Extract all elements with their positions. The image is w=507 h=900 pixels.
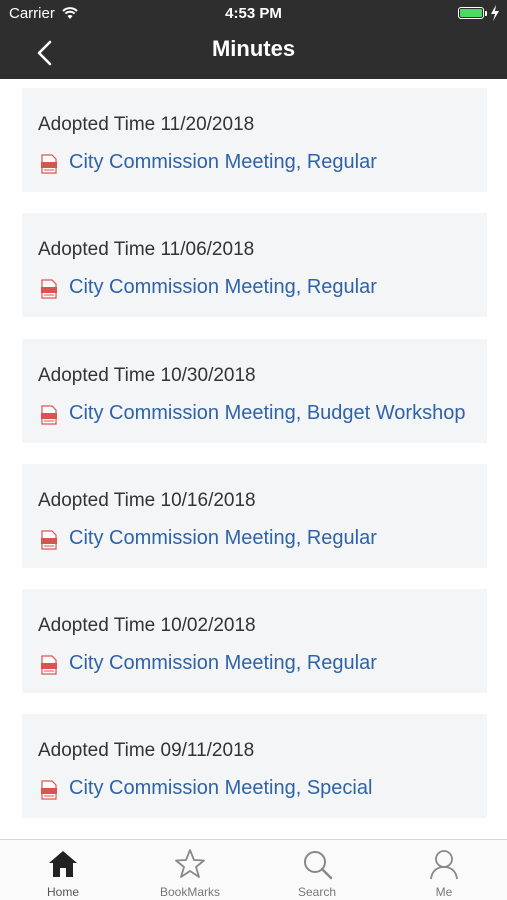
tab-me[interactable]: Me [381,840,507,900]
tab-label: BookMarks [159,885,221,899]
pdf-icon [41,780,57,800]
pdf-icon [41,154,57,174]
header: Carrier 4:53 PM Minutes [0,0,507,79]
adopted-time: Adopted Time 09/11/2018 [38,740,255,761]
minutes-list: Adopted Time 11/20/2018 City Commission … [0,79,507,839]
minutes-title[interactable]: City Commission Meeting, Budget Workshop [69,402,465,425]
tab-label: Home [46,885,79,899]
minutes-title[interactable]: City Commission Meeting, Regular [69,527,377,550]
tab-bookmarks[interactable]: BookMarks [127,840,253,900]
minutes-title[interactable]: City Commission Meeting, Regular [69,276,377,299]
tab-label: Me [435,885,453,899]
page-title: Minutes [211,36,296,61]
pdf-icon [41,405,57,425]
adopted-time: Adopted Time 11/06/2018 [38,239,255,260]
adopted-time: Adopted Time 11/20/2018 [38,114,255,135]
minutes-card[interactable]: Adopted Time 10/30/2018 City Commission … [22,339,487,443]
minutes-title[interactable]: City Commission Meeting, Special [69,777,372,800]
tab-label: Search [297,885,337,899]
adopted-time: Adopted Time 10/30/2018 [38,365,256,386]
minutes-card[interactable]: Adopted Time 10/16/2018 City Commission … [22,464,487,568]
adopted-time: Adopted Time 10/16/2018 [38,490,256,511]
status-time: 4:53 PM [225,5,282,22]
pdf-icon [41,655,57,675]
minutes-card[interactable]: Adopted Time 11/06/2018 City Commission … [22,213,487,317]
adopted-time: Adopted Time 10/02/2018 [38,615,256,636]
tab-home[interactable]: Home [0,840,126,900]
minutes-card[interactable]: Adopted Time 09/11/2018 City Commission … [22,714,487,818]
tab-bar: Home BookMarks Search Me [0,839,507,900]
battery-icon [458,7,484,19]
minutes-title[interactable]: City Commission Meeting, Regular [69,652,377,675]
pdf-icon [41,279,57,299]
minutes-card[interactable]: Adopted Time 11/20/2018 City Commission … [22,88,487,192]
battery-tip [485,11,487,16]
star-icon [175,849,205,878]
search-icon [304,851,333,880]
minutes-card[interactable]: Adopted Time 10/02/2018 City Commission … [22,589,487,693]
charging-icon [491,5,499,21]
home-icon [49,851,77,877]
status-bar: Carrier 4:53 PM [0,0,507,28]
pdf-icon [41,530,57,550]
minutes-title[interactable]: City Commission Meeting, Regular [69,151,377,174]
person-icon [430,850,458,880]
tab-search[interactable]: Search [254,840,380,900]
